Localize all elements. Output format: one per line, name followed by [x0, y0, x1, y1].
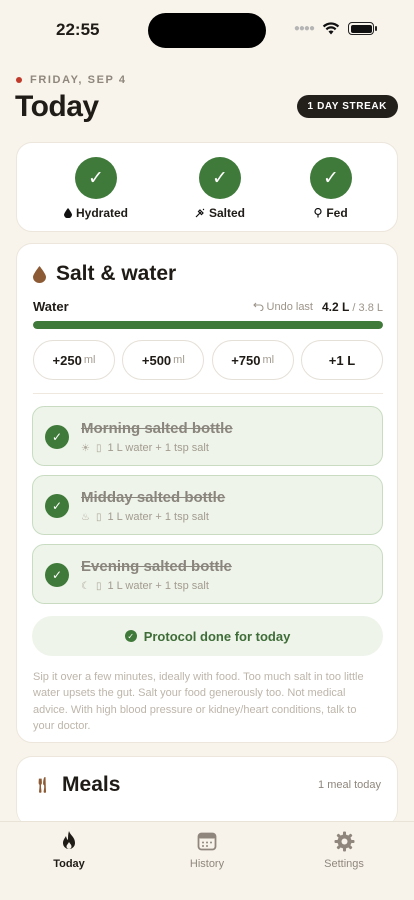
- section-title: Salt & water: [56, 262, 177, 285]
- tab-label: History: [189, 858, 225, 870]
- bottle-title: Morning salted bottle: [81, 420, 233, 437]
- wifi-icon: [322, 22, 340, 35]
- bottle-icon: ▯: [95, 511, 102, 523]
- battery-icon: [348, 22, 377, 35]
- moon-icon: ☾: [81, 580, 90, 592]
- tab-today[interactable]: Today: [24, 830, 114, 870]
- status-time: 22:55: [56, 20, 100, 39]
- tab-history[interactable]: History: [162, 830, 252, 870]
- bottle-recipe: 1 L water + 1 tsp salt: [107, 442, 209, 454]
- status-icons: ●●●●: [293, 22, 377, 35]
- flame-icon: ♨: [81, 511, 90, 523]
- status-bar: 22:55 ●●●●: [0, 0, 414, 58]
- undo-button[interactable]: Undo last: [252, 300, 313, 313]
- date-dot-icon: [16, 77, 22, 83]
- meals-card: 🍴︎ Meals 1 meal today: [16, 756, 398, 826]
- fork-knife-icon: 🍴︎: [33, 777, 53, 794]
- protocol-done-banner: ✓ Protocol done for today: [32, 616, 383, 656]
- add-500ml-button[interactable]: +500 ml: [122, 340, 205, 380]
- add-250ml-button[interactable]: +250 ml: [33, 340, 115, 380]
- bottle-icon: ▯: [95, 442, 102, 454]
- bottle-midday[interactable]: ✓ Midday salted bottle ♨ ▯ 1 L water + 1…: [32, 475, 383, 535]
- undo-label: Undo last: [266, 300, 313, 313]
- bottle-recipe: 1 L water + 1 tsp salt: [107, 580, 209, 592]
- flame-icon: [63, 831, 75, 849]
- bottle-icon: ▯: [95, 580, 102, 592]
- calendar-icon: [197, 832, 217, 851]
- water-progress-bar: [33, 321, 383, 329]
- add-1l-button[interactable]: +1 L: [300, 340, 383, 380]
- tab-bar: Today History Settings: [0, 821, 414, 900]
- quick-add-row: +250 ml +500 ml +750 ml +1 L: [33, 340, 383, 380]
- status-hydrated: ✓ Hydrated: [51, 157, 141, 220]
- status-label-hydrated: Hydrated: [75, 206, 128, 220]
- date-label: FRIDAY, SEP 4: [30, 74, 127, 86]
- gear-icon: [334, 831, 354, 851]
- bottle-morning[interactable]: ✓ Morning salted bottle ☀ ▯ 1 L water + …: [32, 406, 383, 466]
- check-icon: ✓: [310, 157, 352, 199]
- salt-water-card: Salt & water Water Undo last 4.2 L / 3.8…: [16, 243, 398, 743]
- check-icon: ✓: [45, 494, 69, 518]
- divider: [33, 393, 383, 394]
- water-row: Water Undo last 4.2 L / 3.8 L: [33, 299, 383, 314]
- salt-shaker-icon: [195, 208, 205, 218]
- water-progress-fill: [33, 321, 383, 329]
- status-salted: ✓ Salted: [175, 157, 265, 220]
- sun-icon: ☀: [81, 442, 90, 454]
- check-icon: ✓: [75, 157, 117, 199]
- meals-title: Meals: [62, 773, 121, 796]
- status-label-salted: Salted: [208, 206, 245, 220]
- water-label: Water: [33, 299, 69, 314]
- drop-icon: [33, 265, 46, 283]
- salt-water-header: Salt & water: [33, 262, 176, 286]
- water-goal: / 3.8 L: [352, 301, 383, 314]
- tab-settings[interactable]: Settings: [299, 830, 389, 870]
- check-icon: ✓: [45, 425, 69, 449]
- tab-label: Today: [53, 858, 85, 870]
- check-icon: ✓: [45, 563, 69, 587]
- drop-icon: [63, 208, 72, 218]
- date-row: FRIDAY, SEP 4: [16, 74, 127, 86]
- page-title: Today: [15, 90, 99, 123]
- streak-badge: 1 DAY STREAK: [296, 95, 398, 118]
- check-icon: ✓: [124, 630, 137, 642]
- utensil-icon: [314, 208, 322, 218]
- water-amount: 4.2 L: [322, 299, 350, 314]
- protocol-done-text: Protocol done for today: [143, 628, 291, 644]
- bottle-title: Evening salted bottle: [81, 558, 232, 575]
- status-summary-card: ✓ Hydrated ✓ Salted ✓ Fed: [16, 142, 398, 232]
- tab-label: Settings: [324, 858, 364, 870]
- undo-icon: [252, 302, 263, 311]
- bottle-recipe: 1 L water + 1 tsp salt: [107, 511, 209, 523]
- bottle-title: Midday salted bottle: [81, 489, 226, 506]
- signal-dots-icon: ●●●●: [293, 23, 315, 34]
- status-fed: ✓ Fed: [286, 157, 376, 220]
- check-icon: ✓: [199, 157, 241, 199]
- bottle-evening[interactable]: ✓ Evening salted bottle ☾ ▯ 1 L water + …: [32, 544, 383, 604]
- disclaimer-text: Sip it over a few minutes, ideally with …: [33, 671, 364, 732]
- dynamic-island: [148, 13, 266, 48]
- meals-count: 1 meal today: [318, 779, 381, 791]
- status-label-fed: Fed: [326, 206, 348, 220]
- add-750ml-button[interactable]: +750 ml: [211, 340, 294, 380]
